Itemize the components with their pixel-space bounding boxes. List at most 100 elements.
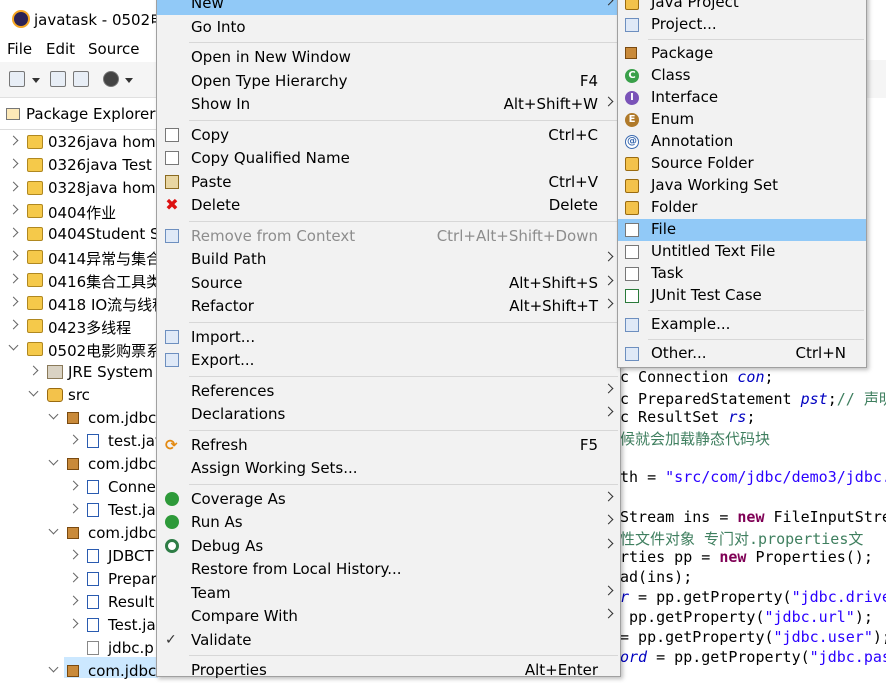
profile-icon[interactable] — [103, 71, 119, 87]
chevron-right-icon[interactable] — [69, 504, 79, 514]
chevron-right-icon[interactable] — [9, 228, 19, 238]
menu-item-refactor[interactable]: RefactorAlt+Shift+T — [157, 295, 620, 318]
new-item-other[interactable]: Other...Ctrl+N — [618, 343, 866, 365]
new-item-source-folder[interactable]: Source Folder — [618, 153, 866, 175]
menu-item-declarations[interactable]: Declarations — [157, 403, 620, 426]
chevron-right-icon[interactable] — [9, 320, 19, 330]
tree-row[interactable]: Test.ja — [0, 499, 158, 522]
tree-row[interactable]: 0326java Test — [0, 154, 158, 177]
dropdown-arrow-icon[interactable] — [32, 78, 40, 83]
tree-row[interactable]: Result — [0, 591, 158, 614]
menu-item-export[interactable]: Export... — [157, 349, 620, 372]
tree-row[interactable]: src — [0, 384, 158, 407]
chevron-right-icon[interactable] — [69, 550, 79, 560]
tree-row[interactable]: jdbc.p — [0, 637, 158, 660]
tree-row[interactable]: 0404Student S — [0, 223, 158, 246]
tree-row[interactable]: JRE System — [0, 361, 158, 384]
save-all-icon[interactable] — [73, 71, 89, 87]
menu-item-refresh[interactable]: ⟳RefreshF5 — [157, 434, 620, 457]
chevron-down-icon[interactable] — [49, 663, 59, 673]
chevron-down-icon[interactable] — [49, 525, 59, 535]
menu-item-properties[interactable]: PropertiesAlt+Enter — [157, 659, 620, 682]
menu-item-coverage-as[interactable]: Coverage As — [157, 488, 620, 511]
tree-row-label: Test.ja — [108, 501, 156, 519]
chevron-right-icon[interactable] — [9, 205, 19, 215]
menu-item-team[interactable]: Team — [157, 582, 620, 605]
chevron-down-icon[interactable] — [49, 456, 59, 466]
new-item-task[interactable]: Task — [618, 263, 866, 285]
menu-item-delete[interactable]: ✖DeleteDelete — [157, 194, 620, 217]
menu-item-copy[interactable]: CopyCtrl+C — [157, 124, 620, 147]
menu-item-debug-as[interactable]: Debug As — [157, 535, 620, 558]
menu-item-go-into[interactable]: Go Into — [157, 16, 620, 39]
chevron-right-icon[interactable] — [69, 435, 79, 445]
chevron-right-icon[interactable] — [69, 596, 79, 606]
menu-item-source[interactable]: SourceAlt+Shift+S — [157, 272, 620, 295]
chevron-right-icon[interactable] — [69, 573, 79, 583]
new-item-folder[interactable]: Folder — [618, 197, 866, 219]
dropdown-arrow-icon[interactable] — [125, 78, 133, 83]
tree-row[interactable]: com.jdbc — [0, 522, 158, 545]
tree-row[interactable]: 0416集合工具类 — [0, 269, 158, 292]
chevron-right-icon[interactable] — [69, 619, 79, 629]
tree-row[interactable]: 0423多线程 — [0, 315, 158, 338]
tree-row[interactable]: Prepar — [0, 568, 158, 591]
menu-item-validate[interactable]: ✓Validate — [157, 629, 620, 652]
chevron-right-icon[interactable] — [9, 159, 19, 169]
menu-file[interactable]: File — [7, 40, 32, 58]
new-item-package[interactable]: Package — [618, 43, 866, 65]
menu-source[interactable]: Source — [88, 40, 140, 58]
new-item-untitled-text-file[interactable]: Untitled Text File — [618, 241, 866, 263]
chevron-right-icon[interactable] — [9, 297, 19, 307]
new-item-project[interactable]: Project... — [618, 14, 866, 36]
menu-item-restore-from-local-history[interactable]: Restore from Local History... — [157, 558, 620, 581]
chevron-right-icon[interactable] — [29, 366, 39, 376]
menu-item-copy-qualified-name[interactable]: Copy Qualified Name — [157, 147, 620, 170]
new-item-junit-test-case[interactable]: JUnit Test Case — [618, 285, 866, 307]
tree-row[interactable]: test.jav — [0, 430, 158, 453]
tree-row[interactable]: 0414异常与集合 — [0, 246, 158, 269]
tree-row[interactable]: com.jdbc — [0, 660, 158, 683]
tree-row[interactable]: 0326java home — [0, 131, 158, 154]
tree-row[interactable]: Conne — [0, 476, 158, 499]
menu-item-new[interactable]: New — [157, 0, 620, 15]
tree-row[interactable]: JDBCT — [0, 545, 158, 568]
chevron-down-icon[interactable] — [49, 410, 59, 420]
new-item-class[interactable]: CClass — [618, 65, 866, 87]
menu-item-compare-with[interactable]: Compare With — [157, 605, 620, 628]
menu-item-open-in-new-window[interactable]: Open in New Window — [157, 46, 620, 69]
new-item-annotation[interactable]: @Annotation — [618, 131, 866, 153]
chevron-right-icon[interactable] — [9, 274, 19, 284]
menu-item-show-in[interactable]: Show InAlt+Shift+W — [157, 93, 620, 116]
tree-row[interactable]: com.jdbc — [0, 407, 158, 430]
chevron-right-icon[interactable] — [9, 251, 19, 261]
menu-item-build-path[interactable]: Build Path — [157, 248, 620, 271]
menu-item-paste[interactable]: PasteCtrl+V — [157, 171, 620, 194]
menu-item-references[interactable]: References — [157, 380, 620, 403]
new-item-interface[interactable]: IInterface — [618, 87, 866, 109]
chevron-right-icon[interactable] — [69, 481, 79, 491]
tree-row[interactable]: com.jdbc — [0, 453, 158, 476]
menu-item-open-type-hierarchy[interactable]: Open Type HierarchyF4 — [157, 70, 620, 93]
tree-row[interactable]: 0404作业 — [0, 200, 158, 223]
save-icon[interactable] — [50, 71, 66, 87]
menu-item-assign-working-sets[interactable]: Assign Working Sets... — [157, 457, 620, 480]
chevron-down-icon[interactable] — [9, 341, 19, 351]
menu-item-import[interactable]: Import... — [157, 326, 620, 349]
chevron-right-icon[interactable] — [9, 182, 19, 192]
new-item-java-project[interactable]: Java Project — [618, 0, 866, 14]
new-item-example[interactable]: Example... — [618, 314, 866, 336]
menu-edit[interactable]: Edit — [46, 40, 75, 58]
menu-item-label: Run As — [191, 513, 243, 531]
tree-row[interactable]: 0418 IO流与线程 — [0, 292, 158, 315]
tree-row[interactable]: Test.ja — [0, 614, 158, 637]
menu-item-run-as[interactable]: Run As — [157, 511, 620, 534]
chevron-right-icon[interactable] — [9, 136, 19, 146]
tree-row[interactable]: 0502电影购票系 — [0, 338, 158, 361]
new-item-file[interactable]: File — [618, 219, 866, 241]
new-wizard-icon[interactable] — [9, 71, 25, 87]
new-item-enum[interactable]: EEnum — [618, 109, 866, 131]
tree-row[interactable]: 0328java home — [0, 177, 158, 200]
new-item-java-working-set[interactable]: Java Working Set — [618, 175, 866, 197]
chevron-down-icon[interactable] — [29, 387, 39, 397]
